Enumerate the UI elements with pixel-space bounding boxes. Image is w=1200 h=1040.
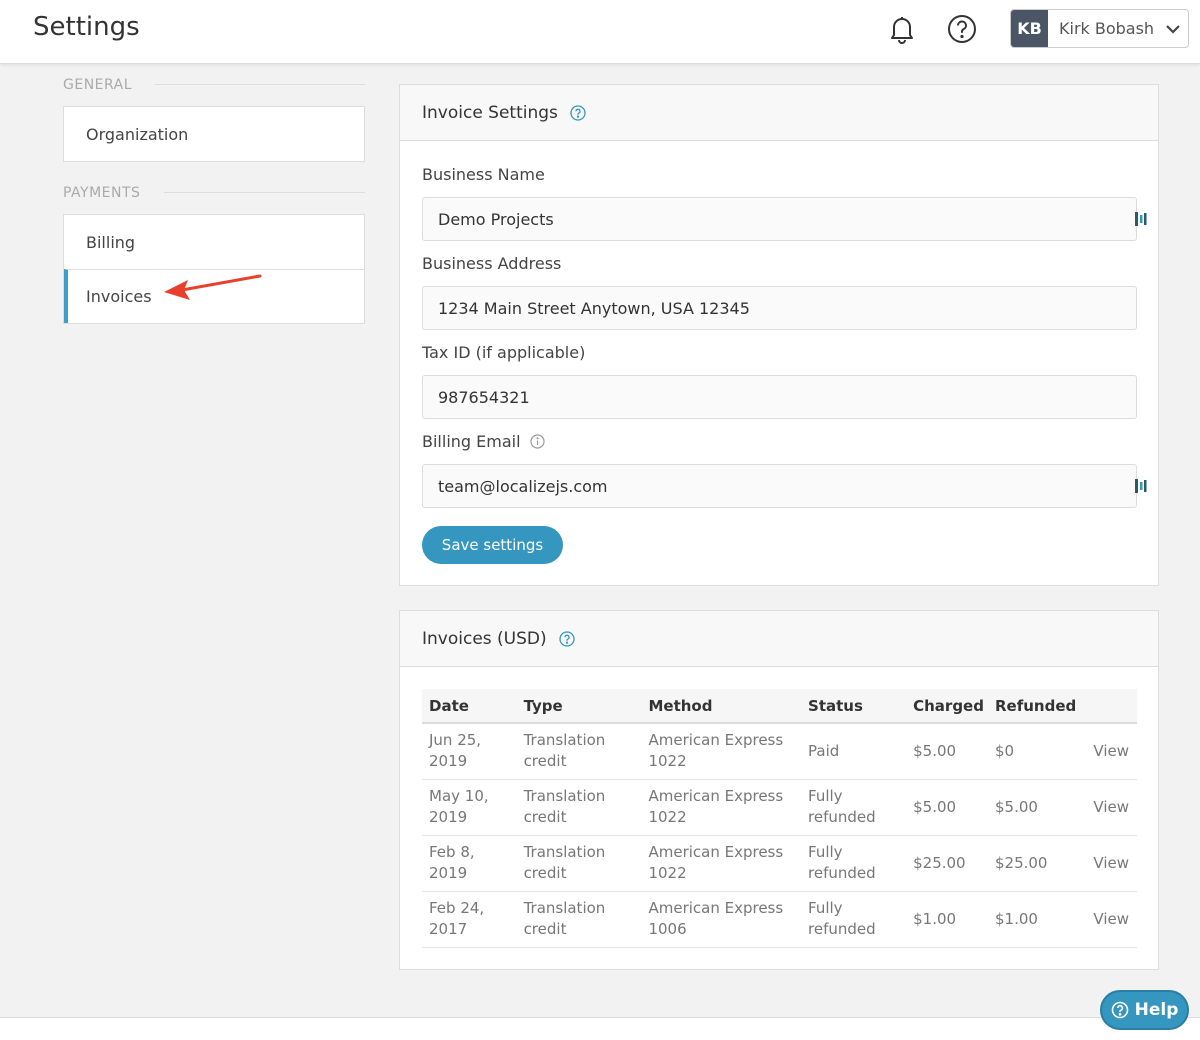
cell-refunded: $1.00 xyxy=(987,891,1077,948)
bell-icon[interactable] xyxy=(885,12,919,46)
autofill-icon[interactable] xyxy=(1134,211,1148,227)
cell-charged: $5.00 xyxy=(906,723,988,780)
view-invoice-link[interactable]: View xyxy=(1076,891,1137,948)
save-settings-button[interactable]: Save settings xyxy=(422,526,563,564)
view-invoice-link[interactable]: View xyxy=(1076,835,1137,892)
divider xyxy=(164,192,365,193)
avatar: KB xyxy=(1011,10,1048,47)
cell-method: American Express 1022 xyxy=(641,779,802,836)
cell-type: Translation credit xyxy=(516,891,642,948)
help-circle-icon[interactable] xyxy=(945,12,979,46)
divider xyxy=(155,84,365,85)
card-title: Invoice Settings xyxy=(422,102,558,123)
cell-charged: $5.00 xyxy=(906,779,988,836)
cell-method: American Express 1022 xyxy=(641,835,802,892)
user-menu[interactable]: KB Kirk Bobash xyxy=(1010,9,1189,48)
chevron-down-icon xyxy=(1166,25,1180,34)
top-header: Settings KB Kirk Bobash xyxy=(0,0,1200,64)
invoices-table: Date Type Method Status Charged Refunded… xyxy=(422,689,1137,948)
view-invoice-link[interactable]: View xyxy=(1076,779,1137,836)
section-label-general: GENERAL xyxy=(63,77,153,93)
page-title: Settings xyxy=(33,12,140,42)
user-name: Kirk Bobash xyxy=(1059,19,1155,38)
cell-charged: $25.00 xyxy=(906,835,988,892)
cell-date: Jun 25, 2019 xyxy=(422,723,517,780)
cell-method: American Express 1022 xyxy=(641,723,802,780)
col-header-date[interactable]: Date xyxy=(422,689,517,724)
table-row: Feb 24, 2017 Translation credit American E… xyxy=(422,891,1137,948)
cell-date: May 10, 2019 xyxy=(422,779,517,836)
col-header-charged[interactable]: Charged xyxy=(906,689,988,724)
annotation-arrow xyxy=(164,274,262,300)
business-address-label: Business Address xyxy=(422,254,561,273)
card-title: Invoices (USD) xyxy=(422,628,547,649)
help-widget-button[interactable]: Help xyxy=(1100,990,1189,1030)
view-invoice-link[interactable]: View xyxy=(1076,723,1137,780)
cell-refunded: $5.00 xyxy=(987,779,1077,836)
col-header-refunded[interactable]: Refunded xyxy=(987,689,1077,724)
cell-status: Fully refunded xyxy=(801,891,907,948)
label-text: Business Address xyxy=(422,254,562,273)
cell-status: Fully refunded xyxy=(801,835,907,892)
info-icon[interactable] xyxy=(529,434,545,449)
cell-type: Translation credit xyxy=(516,779,642,836)
cell-refunded: $0 xyxy=(987,723,1077,780)
table-header-row: Date Type Method Status Charged Refunded xyxy=(422,689,1137,724)
sidebar-item-organization[interactable]: Organization xyxy=(64,107,364,161)
table-row: May 10, 2019 Translation credit American E… xyxy=(422,779,1137,836)
cell-refunded: $25.00 xyxy=(987,835,1077,892)
cell-date: Feb 24, 2017 xyxy=(422,891,517,948)
cell-method: American Express 1006 xyxy=(641,891,802,948)
table-row: Jun 25, 2019 Translation credit American E… xyxy=(422,723,1137,780)
help-circle-icon[interactable] xyxy=(558,630,575,647)
col-header-type[interactable]: Type xyxy=(516,689,642,724)
cell-type: Translation credit xyxy=(516,723,642,780)
col-header-method[interactable]: Method xyxy=(641,689,802,724)
invoices-card: Invoices (USD) Date Type Method Status C… xyxy=(399,610,1159,970)
col-header-status[interactable]: Status xyxy=(801,689,907,724)
business-address-input[interactable] xyxy=(422,286,1137,330)
help-circle-icon[interactable] xyxy=(570,104,586,121)
sidebar-group-general: Organization xyxy=(63,106,365,162)
label-text: Tax ID (if applicable) xyxy=(422,343,586,362)
cell-date: Feb 8, 2019 xyxy=(422,835,517,892)
help-circle-icon xyxy=(1111,1001,1128,1019)
card-header: Invoices (USD) xyxy=(400,611,1158,667)
cell-charged: $1.00 xyxy=(906,891,988,948)
invoice-settings-card: Invoice Settings Business Name Business … xyxy=(399,84,1159,586)
billing-email-input[interactable] xyxy=(422,464,1137,508)
autofill-icon[interactable] xyxy=(1134,478,1148,494)
business-name-label: Business Name xyxy=(422,165,545,184)
tax-id-label: Tax ID (if applicable) xyxy=(422,343,585,362)
help-label: Help xyxy=(1134,1000,1179,1020)
cell-status: Paid xyxy=(801,723,907,780)
label-text: Billing Email xyxy=(422,432,521,451)
card-header: Invoice Settings xyxy=(400,85,1158,141)
section-label-payments: PAYMENTS xyxy=(63,185,161,201)
sidebar-item-billing[interactable]: Billing xyxy=(64,215,364,269)
label-text: Business Name xyxy=(422,165,545,184)
business-name-input[interactable] xyxy=(422,197,1137,241)
table-row: Feb 8, 2019 Translation credit American Ex… xyxy=(422,835,1137,892)
cell-type: Translation credit xyxy=(516,835,642,892)
tax-id-input[interactable] xyxy=(422,375,1137,419)
cell-status: Fully refunded xyxy=(801,779,907,836)
col-header-action xyxy=(1076,689,1137,724)
billing-email-label: Billing Email xyxy=(422,432,545,451)
footer xyxy=(0,1018,1200,1040)
